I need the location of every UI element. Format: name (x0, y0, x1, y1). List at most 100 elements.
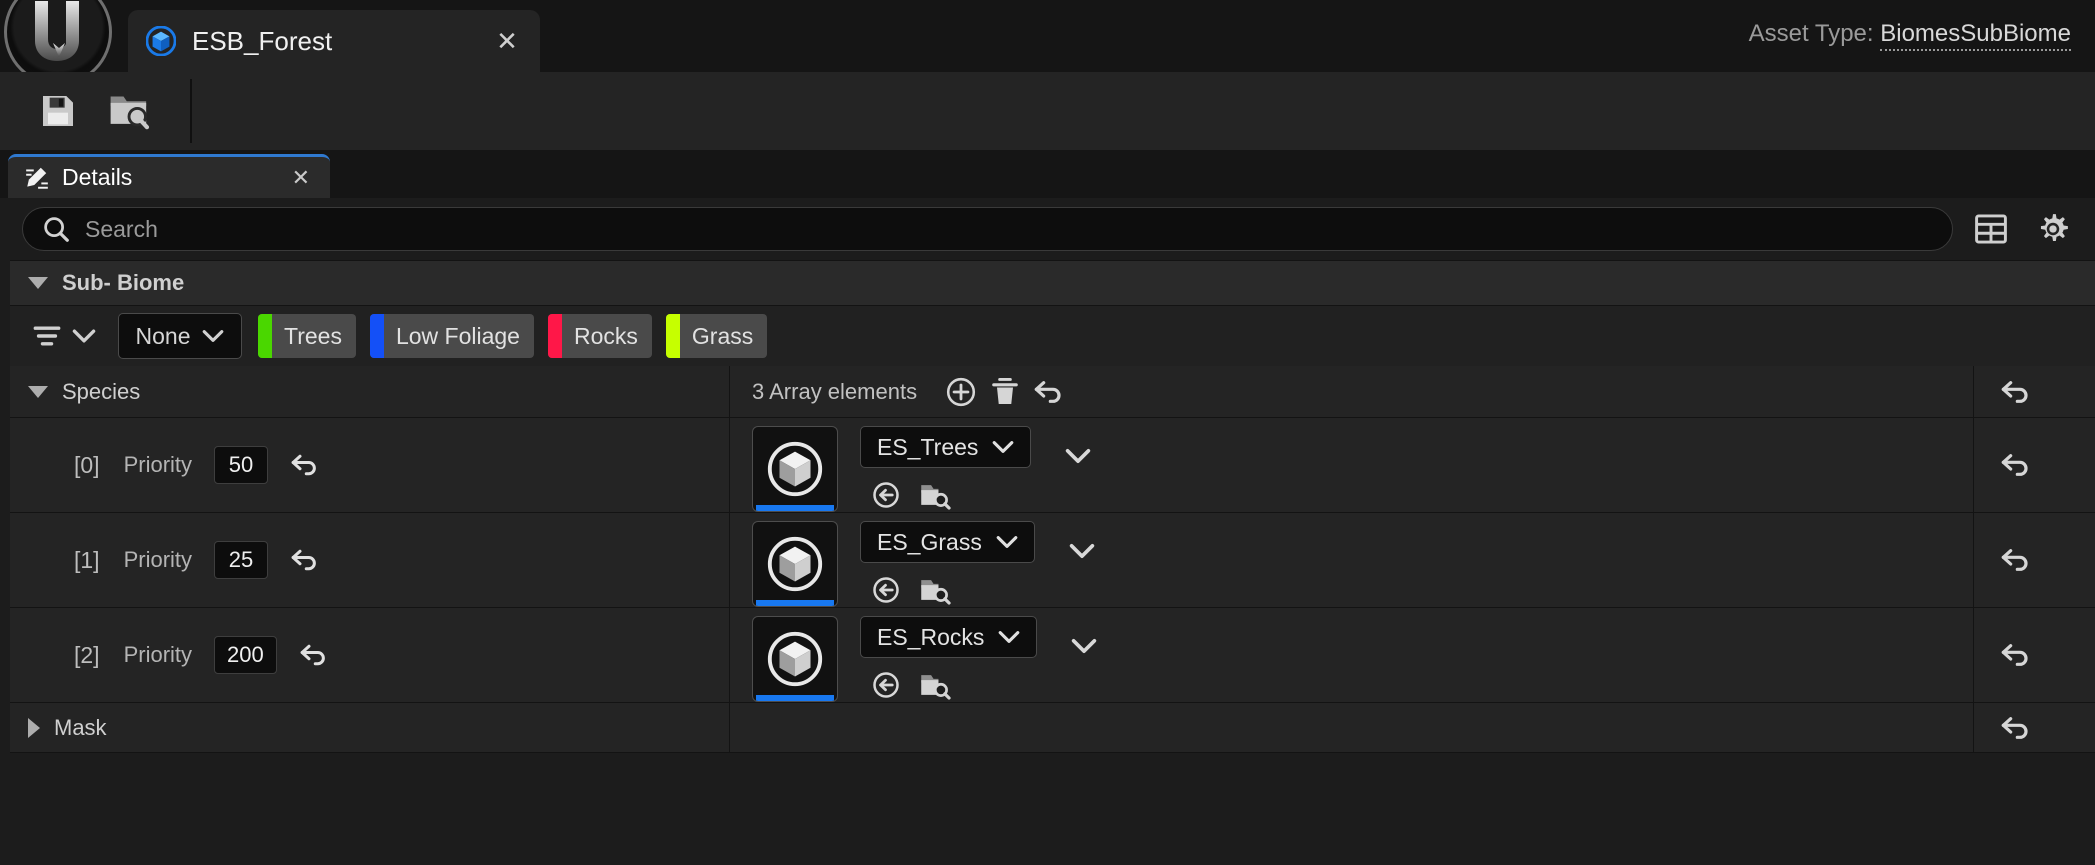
browse-to-asset-button[interactable] (868, 573, 904, 607)
view-options-button[interactable] (2029, 207, 2077, 251)
document-tab-esb-forest[interactable]: ESB_Forest ✕ (128, 10, 540, 72)
pick-asset-button[interactable] (918, 573, 954, 607)
mask-value-cell (730, 703, 1973, 752)
tag-color-swatch (665, 314, 680, 358)
browse-button[interactable] (94, 79, 166, 143)
browse-to-asset-icon (873, 482, 899, 508)
mask-reset-cell[interactable] (1973, 703, 2095, 752)
element-value-cell: ES_Grass (730, 513, 1973, 607)
chevron-down-icon[interactable] (28, 385, 48, 398)
asset-name-label: ES_Rocks (877, 623, 985, 650)
title-bar: ESB_Forest ✕ Asset Type: BiomesSubBiome (0, 0, 2095, 86)
species-header-name-cell[interactable]: Species (10, 366, 730, 417)
thumbnail-accent-bar (756, 600, 834, 606)
tag-filter-row: None Trees Low Foliage Rocks Grass (10, 306, 2095, 366)
asset-type-value-link[interactable]: BiomesSubBiome (1880, 20, 2071, 51)
details-panel: Details ✕ Search Sub- Biome None Trees L… (0, 150, 2095, 865)
element-reset-cell[interactable] (1973, 608, 2095, 702)
expand-element-button[interactable] (1065, 448, 1091, 464)
browse-to-asset-button[interactable] (868, 668, 904, 702)
chevron-down-icon[interactable] (28, 277, 48, 289)
column-layout-toggle[interactable] (1967, 207, 2015, 251)
tab-details[interactable]: Details ✕ (8, 154, 330, 198)
reset-priority-button[interactable] (290, 452, 320, 478)
reset-arrow-icon[interactable] (2000, 378, 2032, 406)
tag-low-foliage[interactable]: Low Foliage (369, 314, 534, 358)
pick-asset-button[interactable] (918, 668, 954, 702)
thumbnail-accent-bar (756, 505, 834, 511)
asset-picker-dropdown[interactable]: ES_Trees (860, 426, 1032, 468)
asset-controls: ES_Grass (860, 521, 1035, 607)
search-box[interactable] (22, 207, 1953, 251)
element-value-cell: ES_Rocks (730, 608, 1973, 702)
tag-rocks[interactable]: Rocks (547, 314, 652, 358)
reset-arrow-icon[interactable] (2000, 451, 2032, 479)
element-index-label: [2] (74, 641, 100, 668)
document-tab-close-icon[interactable]: ✕ (492, 26, 522, 57)
reset-arrow-icon[interactable] (2000, 546, 2032, 574)
chevron-right-icon[interactable] (28, 717, 40, 738)
table-row: [0] Priority 50 ES_Trees (10, 418, 2095, 513)
filter-button[interactable] (32, 323, 96, 349)
species-label: Species (62, 378, 141, 404)
element-reset-cell[interactable] (1973, 513, 2095, 607)
search-icon (44, 217, 69, 242)
reset-arrow-icon (291, 549, 316, 571)
cube-asset-thumbnail (767, 441, 823, 497)
tag-trees[interactable]: Trees (258, 314, 356, 358)
asset-action-icons (860, 668, 1037, 702)
browse-to-asset-icon (873, 577, 899, 603)
species-reset-cell[interactable] (1973, 366, 2095, 417)
section-title-sub-biome: Sub- Biome (62, 270, 185, 295)
reset-arrow-icon (291, 454, 316, 476)
asset-picker-dropdown[interactable]: ES_Rocks (860, 616, 1038, 658)
expand-element-button[interactable] (1071, 638, 1097, 654)
document-tab-label: ESB_Forest (192, 25, 333, 56)
element-index-label: [1] (74, 546, 100, 573)
delete-all-elements-button[interactable] (983, 372, 1027, 412)
thumbnail-accent-bar (756, 695, 834, 701)
pick-asset-button[interactable] (918, 478, 954, 512)
asset-action-icons (860, 573, 1035, 607)
details-pencil-icon (26, 167, 48, 189)
tag-grass[interactable]: Grass (665, 314, 768, 358)
reset-arrow-icon[interactable] (2000, 641, 2032, 669)
reset-arrow-icon[interactable] (2000, 714, 2032, 742)
mask-name-cell[interactable]: Mask (10, 703, 730, 752)
asset-name-label: ES_Trees (877, 433, 979, 460)
array-element-count: 3 Array elements (752, 378, 918, 404)
sub-biome-type-value: None (135, 322, 191, 349)
asset-thumbnail[interactable] (752, 426, 838, 512)
chevron-down-icon (996, 536, 1018, 548)
details-search-row (0, 198, 2095, 260)
priority-input[interactable]: 25 (214, 541, 269, 579)
asset-controls: ES_Rocks (860, 616, 1038, 702)
table-row: [2] Priority 200 ES_Rocks (10, 608, 2095, 703)
priority-input[interactable]: 50 (214, 446, 269, 484)
asset-picker-dropdown[interactable]: ES_Grass (860, 521, 1035, 563)
cube-asset-thumbnail (767, 536, 823, 592)
reset-priority-button[interactable] (299, 642, 329, 668)
asset-thumbnail[interactable] (752, 616, 838, 702)
asset-thumbnail[interactable] (752, 521, 838, 607)
trash-icon (992, 377, 1018, 404)
reset-priority-button[interactable] (290, 547, 320, 573)
search-input[interactable] (85, 215, 1934, 243)
reset-array-button[interactable] (1027, 372, 1071, 412)
sub-biome-type-dropdown[interactable]: None (118, 313, 242, 359)
blue-cube-asset-icon (146, 26, 176, 56)
table-row: [1] Priority 25 ES_Grass (10, 513, 2095, 608)
browse-to-asset-button[interactable] (868, 478, 904, 512)
chevron-down-icon (203, 330, 224, 342)
cube-asset-thumbnail (767, 631, 823, 687)
property-grid: Species 3 Array elements [0] Priority 50… (10, 366, 2095, 753)
save-button[interactable] (22, 79, 94, 143)
priority-input[interactable]: 200 (214, 636, 277, 674)
section-header-sub-biome[interactable]: Sub- Biome (10, 260, 2095, 306)
element-reset-cell[interactable] (1973, 418, 2095, 512)
element-index-label: [0] (74, 451, 100, 478)
expand-element-button[interactable] (1069, 543, 1095, 559)
tag-color-swatch (369, 314, 384, 358)
tab-details-close-icon[interactable]: ✕ (288, 165, 314, 191)
add-element-button[interactable] (939, 372, 983, 412)
